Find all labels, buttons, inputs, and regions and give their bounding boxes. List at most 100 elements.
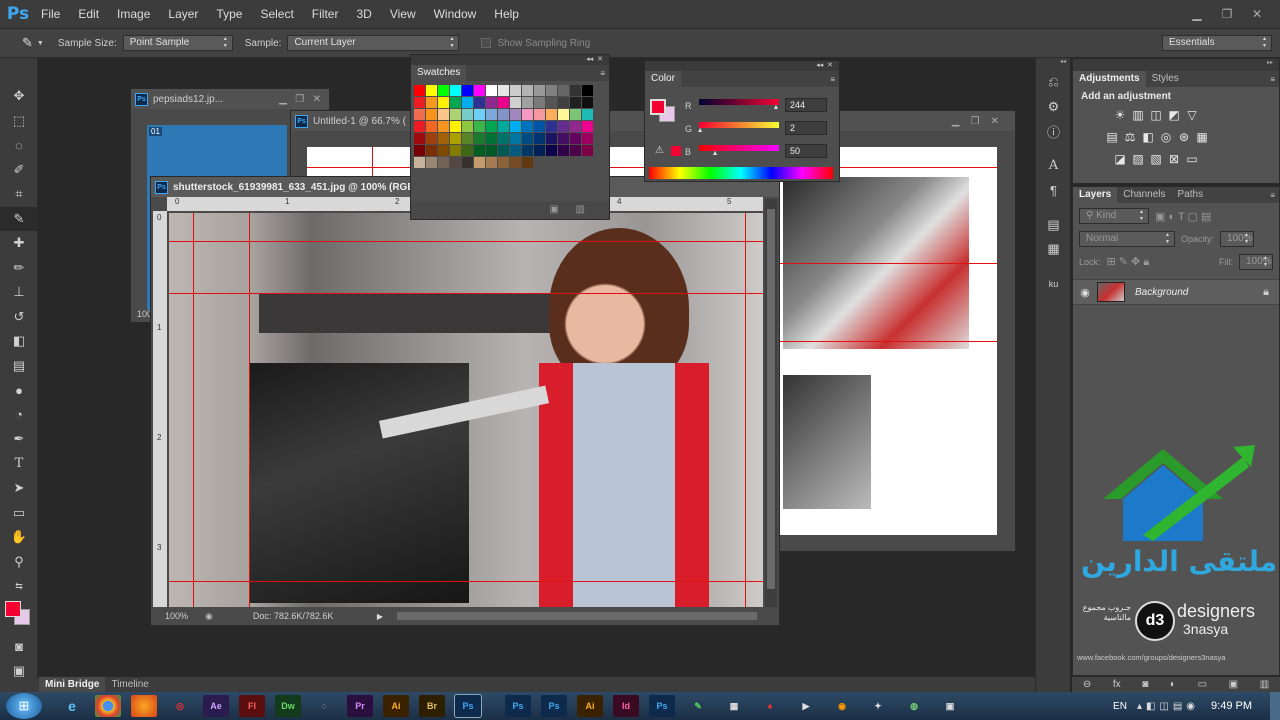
bridge-icon[interactable]: Br xyxy=(419,695,445,717)
layer-name[interactable]: Background xyxy=(1135,287,1188,298)
channel-mixer-icon[interactable]: ⊛ xyxy=(1175,128,1193,146)
swatch[interactable] xyxy=(462,109,473,120)
gradient-map-icon[interactable]: ▭ xyxy=(1183,150,1201,168)
clock[interactable]: 9:49 PM xyxy=(1211,700,1252,712)
swatch[interactable] xyxy=(438,85,449,96)
swatch[interactable] xyxy=(522,121,533,132)
swatch[interactable] xyxy=(486,145,497,156)
new-swatch-icon[interactable]: ▣ xyxy=(550,204,559,215)
swatch[interactable] xyxy=(426,109,437,120)
tab-channels[interactable]: Channels xyxy=(1117,187,1171,203)
move-tool-icon[interactable]: ✥ xyxy=(0,84,38,109)
swatch[interactable] xyxy=(522,133,533,144)
swatch[interactable] xyxy=(546,109,557,120)
adjustment-layer-icon[interactable]: ◐ xyxy=(1170,679,1176,690)
swatch[interactable] xyxy=(426,157,437,168)
expand-panels-icon[interactable]: ◂◂ xyxy=(1036,58,1070,70)
swatch[interactable] xyxy=(570,121,581,132)
eyedropper-tool-icon[interactable]: ✎ xyxy=(0,206,38,231)
language-indicator[interactable]: EN xyxy=(1113,701,1127,712)
start-button-icon[interactable]: ⊞ xyxy=(6,693,42,719)
swatch[interactable] xyxy=(570,85,581,96)
swatch[interactable] xyxy=(426,133,437,144)
sample-size-dropdown[interactable]: Point Sample xyxy=(122,35,233,51)
swatch[interactable] xyxy=(582,85,593,96)
swatch[interactable] xyxy=(462,145,473,156)
tab-swatches[interactable]: Swatches xyxy=(411,65,467,81)
swatch[interactable] xyxy=(462,157,473,168)
panel-menu-icon[interactable]: ≡ xyxy=(600,69,605,78)
hand-tool-icon[interactable]: ✋ xyxy=(0,525,38,550)
swatch[interactable] xyxy=(534,133,545,144)
g-value-input[interactable]: 2 xyxy=(785,121,827,135)
swatch[interactable] xyxy=(414,85,425,96)
swatch[interactable] xyxy=(414,97,425,108)
gamut-swatch[interactable] xyxy=(671,146,681,156)
app-icon[interactable]: ▦ xyxy=(721,695,747,717)
kuler-panel-icon[interactable]: ku xyxy=(1036,272,1071,297)
swatch[interactable] xyxy=(510,85,521,96)
tab-paths[interactable]: Paths xyxy=(1172,187,1210,203)
invert-icon[interactable]: ◪ xyxy=(1111,150,1129,168)
swatch[interactable] xyxy=(534,121,545,132)
menu-view[interactable]: View xyxy=(381,0,425,28)
swatch[interactable] xyxy=(510,121,521,132)
swatch[interactable] xyxy=(570,109,581,120)
swatch[interactable] xyxy=(558,97,569,108)
swatch[interactable] xyxy=(534,109,545,120)
swatch[interactable] xyxy=(486,133,497,144)
horizontal-scrollbar[interactable] xyxy=(397,612,758,620)
hue-saturation-icon[interactable]: ▤ xyxy=(1103,128,1121,146)
swatch[interactable] xyxy=(534,85,545,96)
opacity-input[interactable]: 100% xyxy=(1220,231,1255,247)
g-slider-thumb[interactable]: ▲ xyxy=(697,127,704,134)
foreground-color-swatch[interactable] xyxy=(5,600,21,617)
workspace-dropdown[interactable]: Essentials xyxy=(1162,35,1272,51)
swatch[interactable] xyxy=(450,85,461,96)
swatch[interactable] xyxy=(426,145,437,156)
color-panel[interactable]: ◂◂ ✕ Color ≡ ⚠ R ▲ 244 G ▲ 2 B ▲ 50 xyxy=(644,60,840,182)
swatch[interactable] xyxy=(546,97,557,108)
swatch[interactable] xyxy=(474,145,485,156)
doc2-window-controls[interactable]: ▁ ❐ ✕ xyxy=(952,116,999,127)
swatch[interactable] xyxy=(570,133,581,144)
type-tool-icon[interactable]: T xyxy=(0,452,38,477)
tab-layers[interactable]: Layers xyxy=(1073,187,1118,203)
swatch[interactable] xyxy=(582,97,593,108)
swatch[interactable] xyxy=(414,121,425,132)
swatch[interactable] xyxy=(450,109,461,120)
swatch[interactable] xyxy=(498,157,509,168)
swatch[interactable] xyxy=(462,121,473,132)
swatch-grid[interactable] xyxy=(414,85,600,169)
swatch[interactable] xyxy=(426,85,437,96)
swatch[interactable] xyxy=(462,133,473,144)
swatch[interactable] xyxy=(414,145,425,156)
quick-mask-icon[interactable]: ◙ xyxy=(0,635,38,660)
color-collapse-icon[interactable]: ◂◂ ✕ xyxy=(645,61,839,71)
app-icon[interactable]: ◍ xyxy=(901,695,927,717)
swatch[interactable] xyxy=(522,145,533,156)
warning-icon[interactable]: ⚠ xyxy=(655,145,664,156)
path-select-tool-icon[interactable]: ➤ xyxy=(0,476,38,501)
tab-styles[interactable]: Styles xyxy=(1146,71,1185,87)
menu-select[interactable]: Select xyxy=(251,0,302,28)
brightness-icon[interactable]: ☀ xyxy=(1111,106,1129,124)
menu-window[interactable]: Window xyxy=(425,0,486,28)
app-icon[interactable]: ▣ xyxy=(937,695,963,717)
vibrance-icon[interactable]: ▽ xyxy=(1183,106,1201,124)
visibility-eye-icon[interactable]: ◉ xyxy=(1073,286,1097,299)
adjustments-collapse-icon[interactable]: ▸▸ xyxy=(1073,59,1279,71)
swatch[interactable] xyxy=(498,97,509,108)
marquee-tool-icon[interactable]: ⬚ xyxy=(0,109,38,134)
color-lookup-icon[interactable]: ▦ xyxy=(1193,128,1211,146)
swatch[interactable] xyxy=(474,85,485,96)
swatch[interactable] xyxy=(414,157,425,168)
threshold-icon[interactable]: ▧ xyxy=(1147,150,1165,168)
swatch[interactable] xyxy=(570,145,581,156)
color-fg-swatch[interactable] xyxy=(650,99,666,115)
tray-icons[interactable]: ▴◧◫▤◉ xyxy=(1137,701,1199,712)
swatch[interactable] xyxy=(546,145,557,156)
swatch[interactable] xyxy=(498,133,509,144)
exposure-icon[interactable]: ◩ xyxy=(1165,106,1183,124)
close-icon[interactable]: ✕ xyxy=(1242,7,1272,21)
